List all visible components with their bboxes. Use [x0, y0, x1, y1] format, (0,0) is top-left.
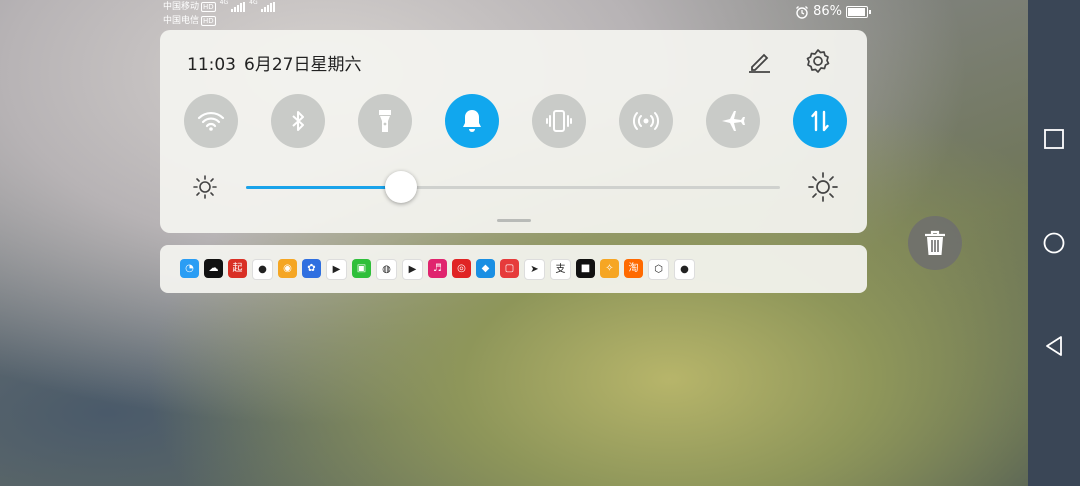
brightness-slider-thumb[interactable] — [384, 171, 417, 203]
battery-fill — [848, 7, 866, 16]
brightness-slider[interactable] — [246, 171, 780, 203]
app-blue-app-icon: ◆ — [476, 259, 495, 278]
brightness-control — [190, 171, 840, 203]
hotspot-toggle[interactable] — [619, 94, 673, 148]
recent-apps-icon — [1044, 129, 1064, 149]
airplane-toggle[interactable] — [706, 94, 760, 148]
pencil-icon — [749, 53, 770, 73]
hexagon-app-icon: ⬡ — [648, 259, 669, 280]
gear-icon — [806, 49, 830, 73]
music-store-app-icon: ♬ — [428, 259, 447, 278]
globe-app-icon: ◍ — [376, 259, 397, 280]
bluetooth-icon — [292, 111, 304, 131]
wechat-app-icon: ● — [252, 259, 273, 280]
bluetooth-toggle[interactable] — [271, 94, 325, 148]
brightness-low-icon — [193, 175, 217, 199]
carrier-row-1: 中国移动 HD 4G 4G — [163, 0, 275, 14]
carrier-1-label: 中国移动 — [163, 2, 200, 12]
recent-apps-button[interactable] — [1042, 127, 1066, 151]
toggle-row — [184, 94, 847, 148]
mobile-data-toggle[interactable] — [793, 94, 847, 148]
carrier-info: 中国移动 HD 4G 4G 中国电信 HD — [163, 0, 275, 28]
taobao-app-icon: 淘 — [624, 259, 643, 278]
qidian-app-icon: 起 — [228, 259, 247, 278]
home-icon — [1043, 232, 1065, 254]
cloud-app-icon: ☁ — [204, 259, 223, 278]
back-button[interactable] — [1042, 334, 1066, 358]
carrier-2-label: 中国电信 — [163, 16, 200, 26]
date-time: 11:03 6月27日星期六 — [187, 50, 369, 75]
hd-badge-2: HD — [201, 16, 216, 26]
clear-notifications-button[interactable] — [908, 216, 962, 270]
settings-button[interactable] — [803, 46, 833, 76]
flashlight-icon — [379, 110, 391, 132]
alarm-clock-icon — [796, 5, 809, 19]
navigation-bar — [1028, 0, 1080, 486]
wifi-icon — [197, 111, 225, 131]
home-button[interactable] — [1042, 231, 1066, 255]
flashlight-toggle[interactable] — [358, 94, 412, 148]
battery-icon — [846, 5, 871, 18]
airplane-icon — [722, 111, 745, 131]
bell-icon — [463, 110, 481, 132]
weibo-app-icon: ◉ — [278, 259, 297, 278]
message-app-icon: ● — [674, 259, 695, 280]
sound-toggle[interactable] — [445, 94, 499, 148]
battery-percent: 86% — [813, 4, 842, 19]
edit-button[interactable] — [744, 46, 774, 76]
signal-strength-icon-2 — [260, 2, 275, 12]
back-icon — [1046, 336, 1062, 356]
status-bar: 中国移动 HD 4G 4G 中国电信 HD 86% — [0, 0, 1028, 28]
signal-strength-icon — [231, 2, 246, 12]
clock-time: 11:03 — [187, 55, 236, 75]
baidu-app-icon: ✿ — [302, 259, 321, 278]
notification-app-icons: ◔ ☁ 起 ● ◉ ✿ ▶ ▣ ◍ ▶ ♬ ◎ ◆ ▢ ➤ 支 ■ ✧ 淘 ⬡ ● — [180, 259, 695, 280]
hotspot-icon — [633, 112, 659, 130]
hd-badge: HD — [201, 2, 216, 12]
brightness-fill — [246, 186, 401, 189]
network-type-label-2: 4G — [249, 0, 258, 6]
vibrate-toggle[interactable] — [532, 94, 586, 148]
panel-drag-handle[interactable] — [497, 219, 531, 222]
dark-app-app-icon: ■ — [576, 259, 595, 278]
date-label: 6月27日星期六 — [244, 55, 362, 75]
video-app-icon: ▶ — [326, 259, 347, 280]
paper-plane-app-icon: ➤ — [524, 259, 545, 280]
carrier-row-2: 中国电信 HD — [163, 14, 275, 28]
youku-app-icon: ▶ — [402, 259, 423, 280]
reader-app-icon: ▢ — [500, 259, 519, 278]
netease-music-app-icon: ◎ — [452, 259, 471, 278]
brightness-high-icon — [808, 172, 838, 202]
mobile-data-icon — [811, 110, 829, 132]
alipay-app-icon: 支 — [550, 259, 571, 280]
vibrate-icon — [546, 110, 572, 132]
wifi-toggle[interactable] — [184, 94, 238, 148]
quick-settings-panel: 11:03 6月27日星期六 — [160, 30, 867, 233]
notification-bar[interactable]: ◔ ☁ 起 ● ◉ ✿ ▶ ▣ ◍ ▶ ♬ ◎ ◆ ▢ ➤ 支 ■ ✧ 淘 ⬡ ● — [160, 245, 867, 293]
leaf-app-icon: ✧ — [600, 259, 619, 278]
trash-icon — [925, 230, 945, 255]
network-type-label: 4G — [219, 0, 229, 6]
iqiyi-app-icon: ▣ — [352, 259, 371, 278]
browser-app-icon: ◔ — [180, 259, 199, 278]
status-right: 86% — [795, 4, 871, 19]
